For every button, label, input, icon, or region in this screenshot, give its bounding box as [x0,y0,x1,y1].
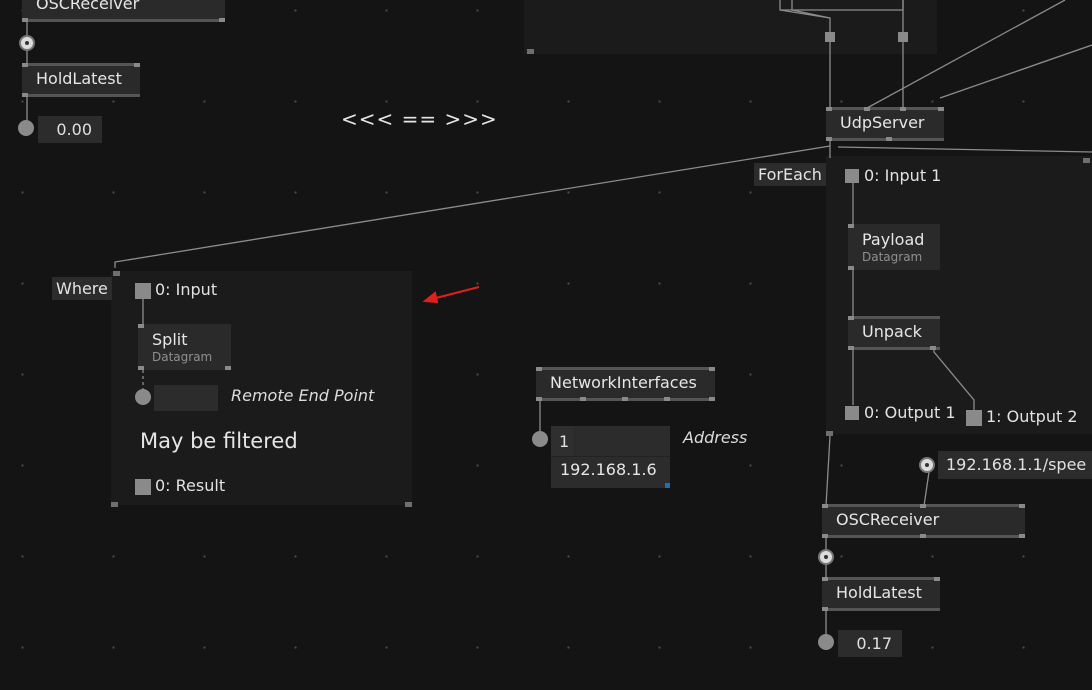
address-input-pin[interactable] [919,457,935,473]
foreach-output1-pin[interactable] [845,406,859,420]
node-title: HoldLatest [836,583,922,602]
foreach-region[interactable] [826,156,1092,436]
address-value: 192.168.1.6 [560,460,657,479]
upper-region [524,0,937,54]
foreach-output1-label: 0: Output 1 [864,403,956,422]
node-title: Payload [862,230,925,249]
unpack-node[interactable]: Unpack [848,316,940,350]
foreach-input-label: 0: Input 1 [864,166,942,185]
node-subtitle: Datagram [152,350,213,364]
value-box-bottom[interactable]: 0.17 [838,630,902,657]
node-subtitle: Datagram [862,250,923,264]
payload-node[interactable]: Payload Datagram [848,224,940,270]
foreach-output2-pin[interactable] [966,410,982,426]
output-pin[interactable] [19,35,35,51]
where-input-label: 0: Input [155,280,218,299]
node-title: OSCReceiver [836,510,940,529]
hold-latest-node-top[interactable]: HoldLatest [22,63,140,97]
address-spread-box[interactable]: 1 192.168.1.6 [551,426,670,488]
foreach-output2-label: 1: Output 2 [986,407,1078,426]
node-title: NetworkInterfaces [550,373,697,392]
network-value-pin[interactable] [532,431,548,447]
where-result-label: 0: Result [155,476,226,495]
where-tag[interactable]: Where [52,277,112,300]
osc-receiver-node-bottom[interactable]: OSCReceiver [822,504,1025,538]
output-pin[interactable] [818,549,834,565]
comment-text: <<< == >>> [341,107,498,131]
address-label: Address [683,428,748,447]
node-title: UdpServer [840,113,925,132]
where-input-pin[interactable] [135,283,151,299]
pin-square[interactable] [825,32,835,42]
udp-server-node[interactable]: UdpServer [826,107,944,141]
value-pin[interactable] [18,120,34,136]
pin-square[interactable] [898,32,908,42]
remote-end-point-label: Remote End Point [231,386,375,405]
spread-index: 1 [559,432,570,451]
hold-latest-node-bottom[interactable]: HoldLatest [822,577,940,611]
node-title: Split [152,330,188,349]
node-title: Unpack [862,322,922,341]
value-pin[interactable] [818,634,834,650]
remote-end-point-pin[interactable] [135,389,151,405]
value-box-top[interactable]: 0.00 [38,116,102,143]
foreach-tag[interactable]: ForEach [754,163,826,186]
foreach-input-pin[interactable] [845,169,859,183]
split-node[interactable]: Split Datagram [138,324,231,370]
where-note: May be filtered [140,429,298,453]
osc-receiver-node-top[interactable]: OSCReceiver [22,0,225,22]
network-interfaces-node[interactable]: NetworkInterfaces [536,367,715,401]
remote-end-point-box[interactable] [154,385,218,411]
address-path-box[interactable]: 192.168.1.1/spee [938,451,1092,479]
node-title: OSCReceiver [36,0,140,13]
node-title: HoldLatest [36,69,122,88]
where-result-pin[interactable] [135,479,151,495]
